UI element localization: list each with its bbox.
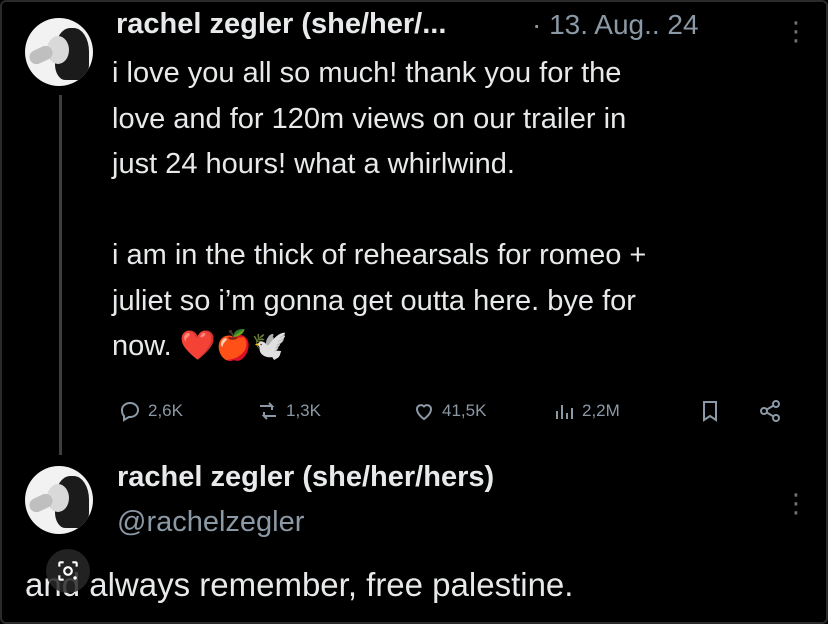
separator: ·	[532, 9, 542, 40]
avatar-hand	[27, 491, 55, 515]
author-name[interactable]: rachel zegler (she/her/...	[116, 8, 446, 41]
author-name-2[interactable]: rachel zegler (she/her/hers)	[117, 461, 494, 494]
tweet-actions: 2,6K 1,3K 41,5K 2,2M	[110, 397, 800, 429]
like-count: 41,5K	[442, 401, 487, 420]
more-menu-icon[interactable]: ⋮	[783, 18, 809, 44]
avatar[interactable]	[25, 18, 93, 86]
bookmark-icon	[703, 401, 717, 422]
share-button[interactable]	[758, 399, 782, 423]
like-icon	[415, 404, 433, 421]
image-search-icon[interactable]	[46, 549, 90, 593]
bookmark-button[interactable]	[698, 399, 722, 423]
avatar-hand	[27, 43, 55, 67]
repost-button[interactable]: 1,3K	[256, 399, 321, 423]
tweet-text: i love you all so much! thank you for th…	[112, 57, 647, 362]
share-icon	[760, 400, 780, 422]
reply-icon	[120, 401, 140, 422]
views-count: 2,2M	[582, 401, 620, 420]
author-handle[interactable]: @rachelzegler	[117, 506, 304, 539]
views-button[interactable]: 2,2M	[552, 399, 620, 423]
views-icon	[556, 405, 573, 419]
repost-count: 1,3K	[286, 401, 321, 420]
repost-icon	[260, 402, 276, 420]
like-button[interactable]: 41,5K	[412, 399, 486, 423]
more-menu-icon-2[interactable]: ⋮	[783, 490, 809, 516]
tweet-date[interactable]: 13. Aug.. 24	[549, 9, 698, 40]
tweet-date-row: · 13. Aug.. 24	[532, 9, 699, 41]
thread-line	[59, 95, 62, 455]
reply-count: 2,6K	[148, 401, 183, 420]
reply-button[interactable]: 2,6K	[118, 399, 183, 423]
avatar-2[interactable]	[25, 466, 93, 534]
tweet-text-2: and always remember, free palestine.	[25, 566, 574, 603]
image-search-glyph	[58, 561, 78, 581]
